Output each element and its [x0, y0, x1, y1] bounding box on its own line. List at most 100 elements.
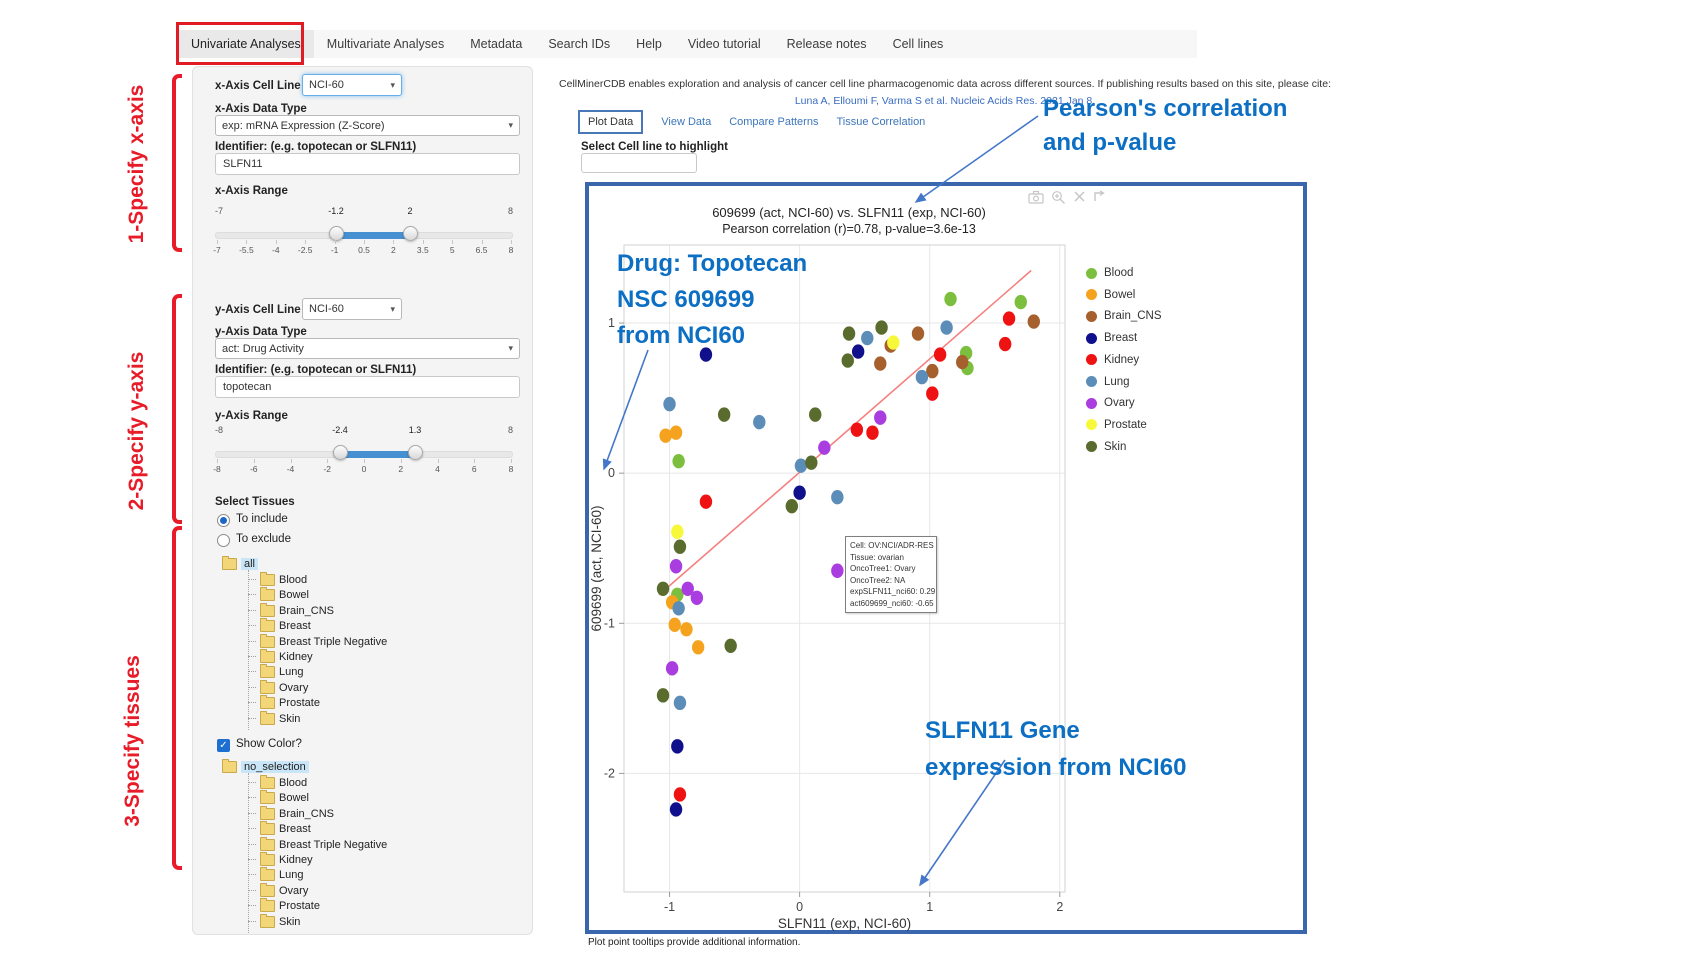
legend-item-ovary[interactable]: Ovary: [1086, 397, 1135, 409]
data-point-kidney[interactable]: [926, 386, 938, 400]
data-point-breast[interactable]: [852, 344, 864, 358]
slider-selected-range[interactable]: [340, 451, 415, 458]
data-point-lung[interactable]: [940, 320, 952, 334]
tree-node-skin[interactable]: Skin: [248, 916, 300, 928]
data-point-ovary[interactable]: [874, 410, 886, 424]
data-point-kidney[interactable]: [999, 337, 1011, 351]
tab-view-data[interactable]: View Data: [661, 116, 711, 128]
data-point-bowel[interactable]: [680, 622, 692, 636]
data-point-skin[interactable]: [842, 353, 854, 367]
data-point-skin[interactable]: [786, 499, 798, 513]
data-point-skin[interactable]: [843, 326, 855, 340]
nav-tab-video-tutorial[interactable]: Video tutorial: [675, 30, 774, 58]
tree-node-breast[interactable]: Breast: [248, 620, 311, 632]
data-point-lung[interactable]: [672, 601, 684, 615]
legend-item-breast[interactable]: Breast: [1086, 332, 1137, 344]
tree-node-all[interactable]: all: [222, 558, 258, 570]
data-point-kidney[interactable]: [1003, 311, 1015, 325]
x-axis-cell-line-set-select[interactable]: NCI-60 ▾: [302, 74, 402, 96]
legend-item-prostate[interactable]: Prostate: [1086, 419, 1147, 431]
tree-node-prostate[interactable]: Prostate: [248, 900, 320, 912]
tree-node-skin[interactable]: Skin: [248, 713, 300, 725]
slider-selected-range[interactable]: [336, 232, 410, 239]
camera-icon[interactable]: [1028, 190, 1044, 204]
tree-node-brain-cns[interactable]: Brain_CNS: [248, 808, 334, 820]
zoom-icon[interactable]: [1051, 190, 1066, 204]
highlight-cell-line-input[interactable]: [581, 153, 697, 173]
data-point-lung[interactable]: [674, 696, 686, 710]
tree-node-prostate[interactable]: Prostate: [248, 697, 320, 709]
radio-to-include-label[interactable]: To include: [236, 513, 288, 525]
data-point-skin[interactable]: [809, 407, 821, 421]
data-point-blood[interactable]: [1015, 295, 1027, 309]
data-point-kidney[interactable]: [934, 347, 946, 361]
data-point-ovary[interactable]: [670, 559, 682, 573]
data-point-blood[interactable]: [944, 292, 956, 306]
nav-tab-multivariate-analyses[interactable]: Multivariate Analyses: [314, 30, 457, 58]
tree-node-breast-triple-negative[interactable]: Breast Triple Negative: [248, 839, 387, 851]
y-axis-identifier-input[interactable]: [215, 376, 520, 398]
tree-node-ovary[interactable]: Ovary: [248, 682, 308, 694]
data-point-kidney[interactable]: [866, 425, 878, 439]
data-point-brain-cns[interactable]: [912, 326, 924, 340]
tree-node-bowel[interactable]: Bowel: [248, 792, 309, 804]
legend-item-kidney[interactable]: Kidney: [1086, 354, 1139, 366]
data-point-ovary[interactable]: [831, 564, 843, 578]
data-point-brain-cns[interactable]: [1028, 314, 1040, 328]
data-point-skin[interactable]: [724, 639, 736, 653]
x-axis-range-slider[interactable]: -7 8 -1.2 2 -7-5.5-4-2.5-10.523.556.58: [213, 206, 515, 254]
data-point-skin[interactable]: [657, 582, 669, 596]
slider-handle-left[interactable]: [329, 226, 344, 241]
show-color-label[interactable]: Show Color?: [236, 738, 302, 750]
radio-to-exclude-label[interactable]: To exclude: [236, 533, 291, 545]
tree-node-blood[interactable]: Blood: [248, 777, 307, 789]
legend-item-brain-cns[interactable]: Brain_CNS: [1086, 310, 1162, 322]
data-point-lung[interactable]: [753, 415, 765, 429]
tree-node-lung[interactable]: Lung: [248, 869, 303, 881]
data-point-skin[interactable]: [875, 320, 887, 334]
tree-node-lung[interactable]: Lung: [248, 666, 303, 678]
show-color-checkbox[interactable]: ✓: [217, 739, 230, 752]
tab-plot-data[interactable]: Plot Data: [578, 110, 643, 134]
nav-tab-cell-lines[interactable]: Cell lines: [880, 30, 957, 58]
data-point-ovary[interactable]: [818, 440, 830, 454]
tab-compare-patterns[interactable]: Compare Patterns: [729, 116, 818, 128]
tree-node-breast-triple-negative[interactable]: Breast Triple Negative: [248, 636, 387, 648]
tree-node-ovary[interactable]: Ovary: [248, 885, 308, 897]
data-point-breast[interactable]: [670, 802, 682, 816]
data-point-lung[interactable]: [663, 397, 675, 411]
nav-tab-metadata[interactable]: Metadata: [457, 30, 535, 58]
slider-handle-right[interactable]: [408, 445, 423, 460]
radio-to-exclude[interactable]: [217, 534, 230, 547]
nav-tab-help[interactable]: Help: [623, 30, 675, 58]
data-point-kidney[interactable]: [700, 494, 712, 508]
data-point-brain-cns[interactable]: [874, 356, 886, 370]
tree-node-kidney[interactable]: Kidney: [248, 651, 313, 663]
legend-item-skin[interactable]: Skin: [1086, 441, 1126, 453]
tree-node-bowel[interactable]: Bowel: [248, 589, 309, 601]
data-point-breast[interactable]: [793, 485, 805, 499]
nav-tab-release-notes[interactable]: Release notes: [774, 30, 880, 58]
pan-icon[interactable]: [1093, 190, 1107, 204]
legend-item-bowel[interactable]: Bowel: [1086, 289, 1135, 301]
tree-node-brain-cns[interactable]: Brain_CNS: [248, 605, 334, 617]
data-point-lung[interactable]: [831, 490, 843, 504]
slider-handle-left[interactable]: [333, 445, 348, 460]
data-point-prostate[interactable]: [887, 335, 899, 349]
radio-to-include[interactable]: [217, 514, 230, 527]
data-point-lung[interactable]: [795, 458, 807, 472]
data-point-skin[interactable]: [718, 407, 730, 421]
data-point-lung[interactable]: [916, 370, 928, 384]
data-point-skin[interactable]: [674, 540, 686, 554]
data-point-kidney[interactable]: [851, 422, 863, 436]
tree-node-no-selection[interactable]: no_selection: [222, 761, 309, 773]
nav-tab-search-ids[interactable]: Search IDs: [535, 30, 623, 58]
data-point-ovary[interactable]: [666, 661, 678, 675]
tab-tissue-correlation[interactable]: Tissue Correlation: [836, 116, 925, 128]
y-axis-range-slider[interactable]: -8 8 -2.4 1.3 -8-6-4-202468: [213, 425, 515, 473]
slider-handle-right[interactable]: [403, 226, 418, 241]
data-point-lung[interactable]: [861, 331, 873, 345]
tree-node-blood[interactable]: Blood: [248, 574, 307, 586]
data-point-skin[interactable]: [805, 455, 817, 469]
data-point-prostate[interactable]: [671, 525, 683, 539]
